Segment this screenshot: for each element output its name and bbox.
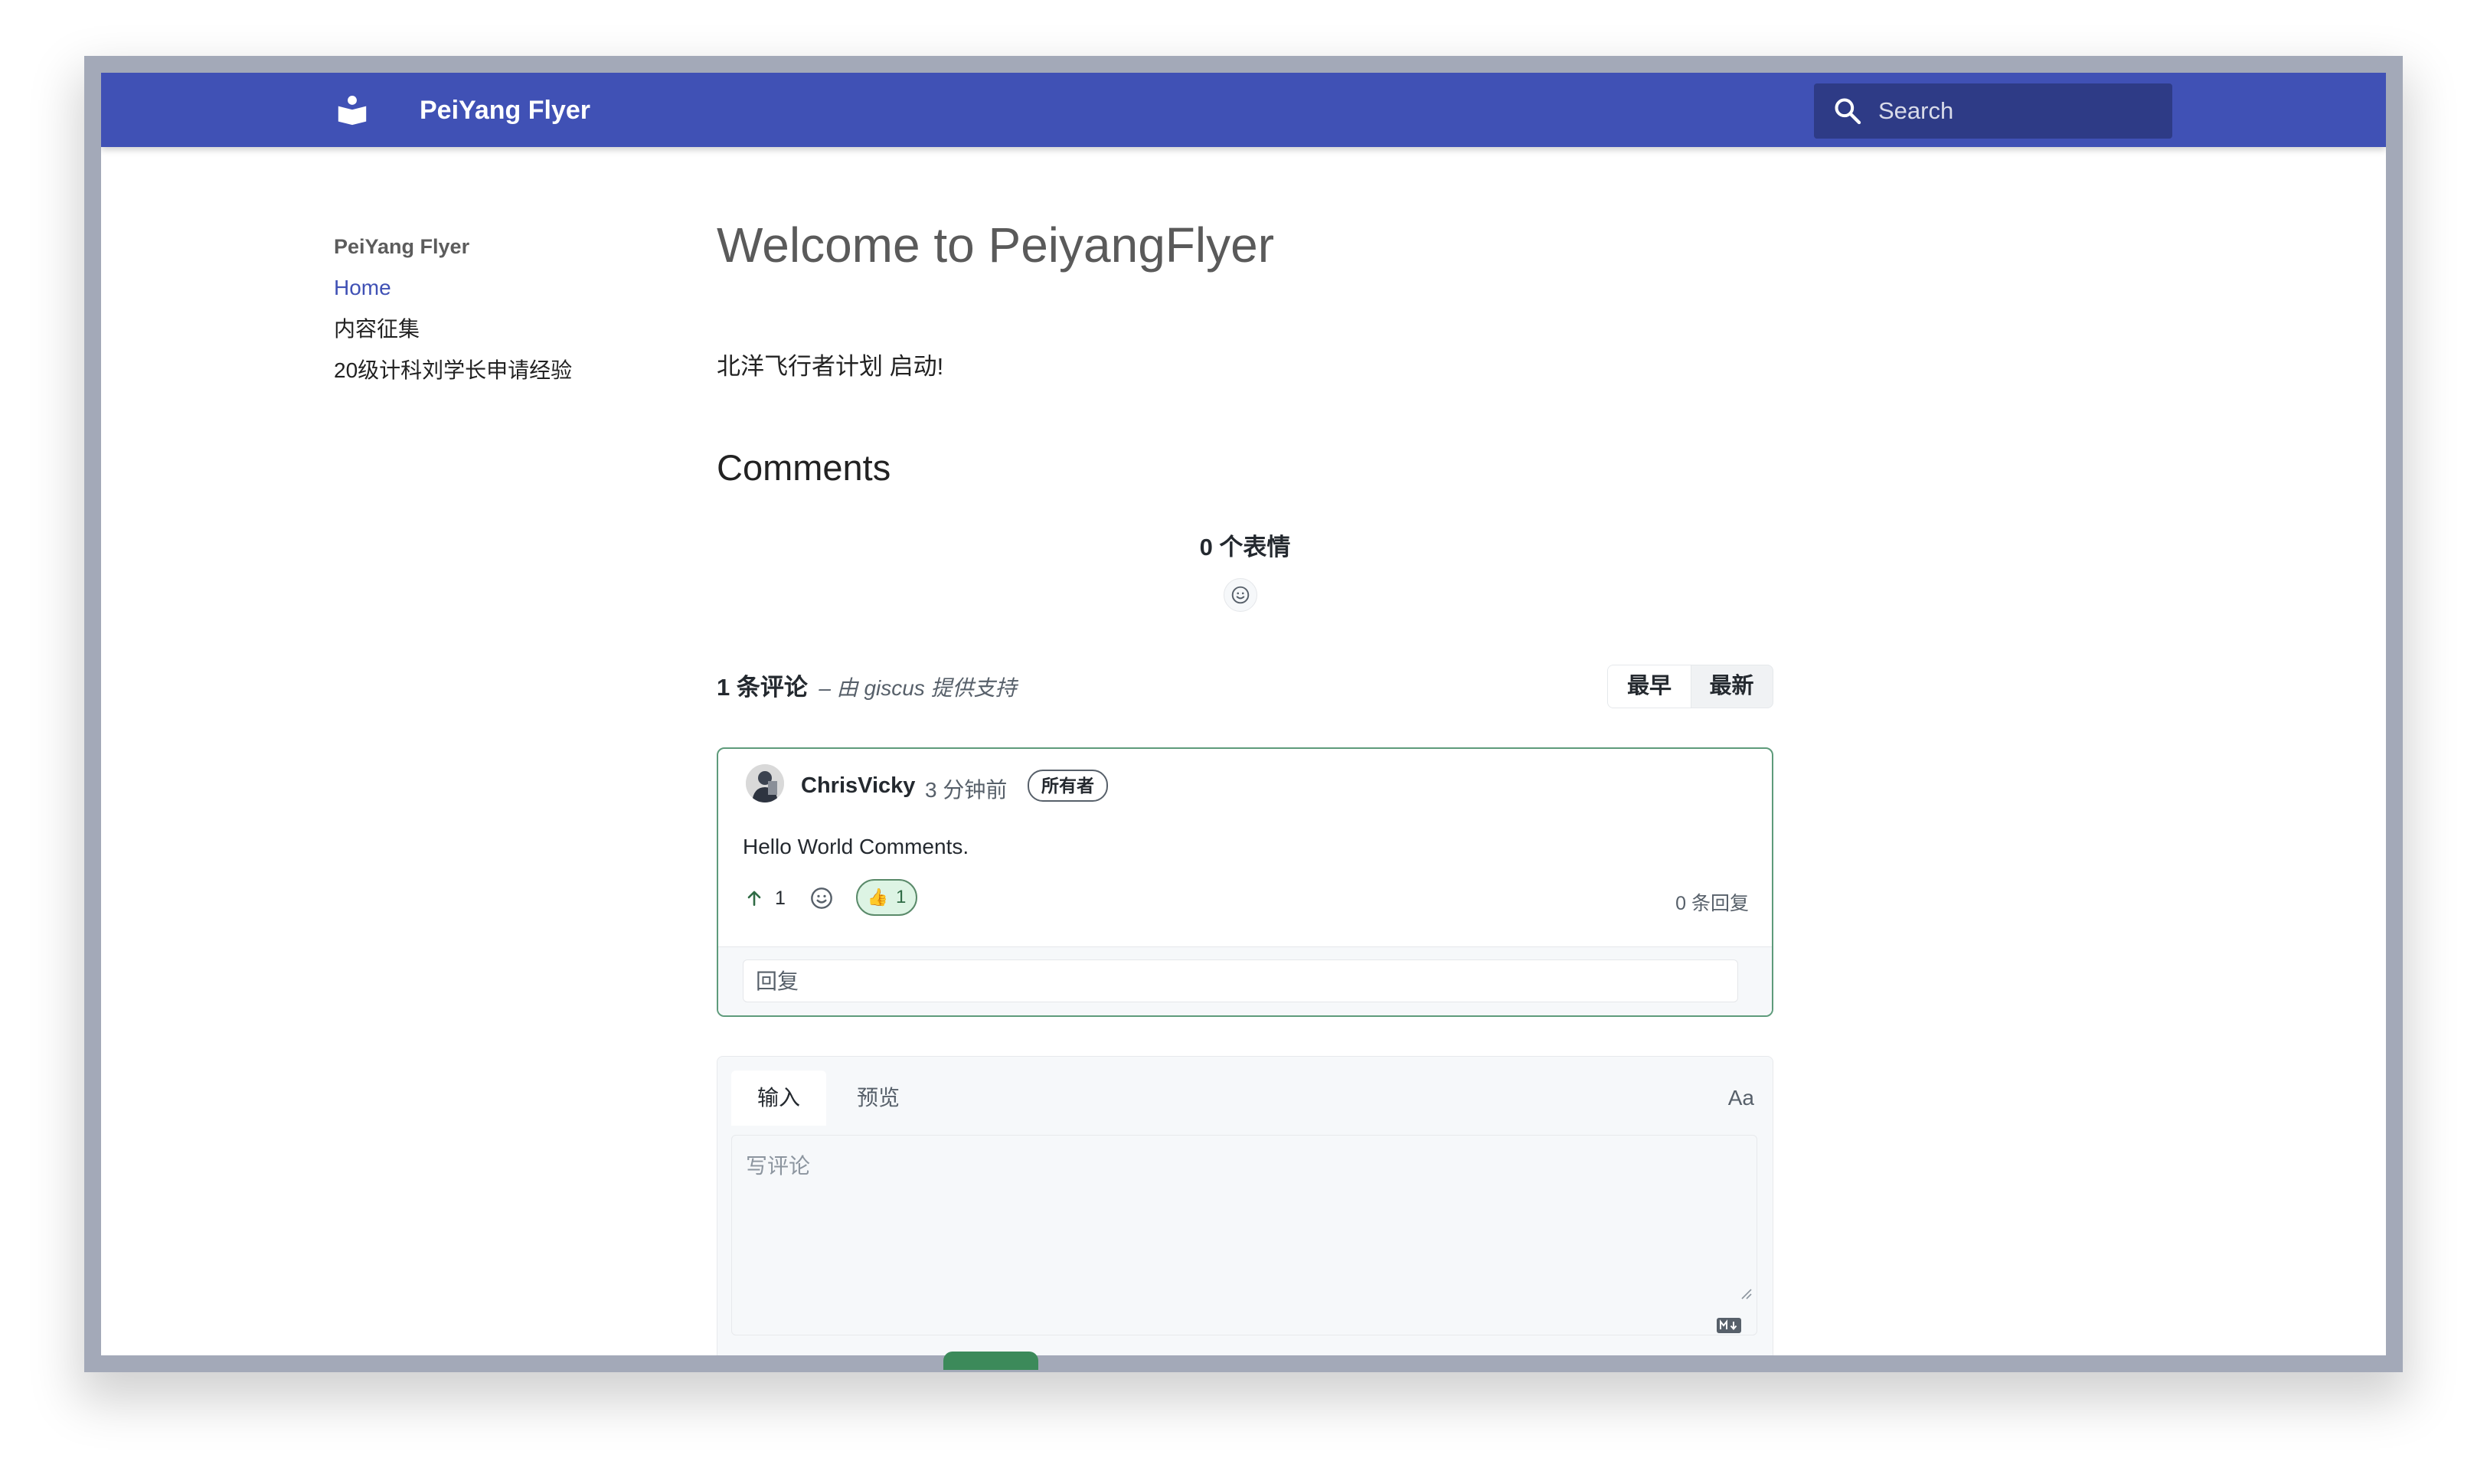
- sort-toggle: 最早 最新: [1607, 665, 1773, 708]
- sidebar-item-home[interactable]: Home: [334, 267, 655, 309]
- sidebar-title: PeiYang Flyer: [334, 235, 470, 258]
- thumbs-up-reaction[interactable]: 👍 1: [856, 879, 917, 916]
- comment-textarea[interactable]: 写评论: [731, 1135, 1757, 1335]
- format-toggle-button[interactable]: Aa: [1728, 1071, 1754, 1126]
- comment-body: Hello World Comments.: [743, 835, 969, 858]
- comment-author[interactable]: ChrisVicky: [801, 773, 915, 799]
- avatar[interactable]: [746, 764, 784, 802]
- smiley-icon: [1231, 586, 1250, 604]
- page-title: Welcome to PeiyangFlyer: [717, 217, 1274, 273]
- sidebar-item-application-experience[interactable]: 20级计科刘学长申请经验: [334, 350, 655, 391]
- upvote-count: 1: [775, 887, 786, 909]
- site-title[interactable]: PeiYang Flyer: [420, 93, 590, 128]
- markdown-icon: [1717, 1318, 1741, 1333]
- top-header: PeiYang Flyer: [101, 73, 2386, 147]
- reaction-count: 1: [896, 887, 907, 907]
- powered-by-giscus[interactable]: – 由 giscus 提供支持: [819, 676, 1016, 700]
- comment-add-reaction-button[interactable]: [807, 884, 836, 913]
- thumbs-up-icon: 👍: [867, 887, 889, 907]
- sort-newest-button[interactable]: 最新: [1691, 665, 1773, 708]
- arrow-up-icon: [747, 891, 761, 906]
- search-icon: [1835, 98, 1861, 125]
- replies-count: 0 条回复: [1675, 893, 1749, 914]
- tab-write[interactable]: 输入: [731, 1071, 826, 1126]
- user-avatar-image: [746, 764, 784, 802]
- comment-editor: 输入 预览 Aa 写评论: [717, 1056, 1773, 1355]
- sidebar-nav: PeiYang Flyer Home 内容征集 20级计科刘学长申请经验: [334, 226, 655, 391]
- search-input[interactable]: [1878, 83, 2154, 139]
- owner-badge: 所有者: [1028, 770, 1108, 802]
- book-icon[interactable]: [335, 93, 370, 128]
- comment-time[interactable]: 3 分钟前: [925, 773, 1007, 804]
- comments-heading: Comments: [717, 447, 891, 488]
- smiley-icon: [811, 887, 832, 909]
- intro-text: 北洋飞行者计划 启动!: [717, 353, 944, 380]
- browser-window: PeiYang Flyer PeiYang Flyer Home 内容征集 20…: [101, 73, 2386, 1355]
- tab-preview[interactable]: 预览: [857, 1071, 900, 1126]
- sort-oldest-button[interactable]: 最早: [1608, 665, 1691, 708]
- submit-comment-button[interactable]: [943, 1352, 1038, 1370]
- resize-handle-icon[interactable]: [1739, 1286, 1753, 1300]
- comment-count-line: 1 条评论 – 由 giscus 提供支持: [717, 668, 1017, 702]
- sidebar-item-content-collection[interactable]: 内容征集: [334, 309, 655, 350]
- add-reaction-button[interactable]: [1224, 578, 1257, 612]
- reply-area: 回复: [718, 946, 1772, 1015]
- search-box[interactable]: [1814, 83, 2172, 139]
- comment-card: ChrisVicky 3 分钟前 所有者 Hello World Comment…: [717, 747, 1773, 1017]
- reactions-count: 0 个表情: [1199, 534, 1291, 561]
- upvote-button[interactable]: 1: [744, 879, 786, 917]
- comment-count: 1 条评论: [717, 674, 808, 701]
- reply-input[interactable]: 回复: [743, 959, 1738, 1002]
